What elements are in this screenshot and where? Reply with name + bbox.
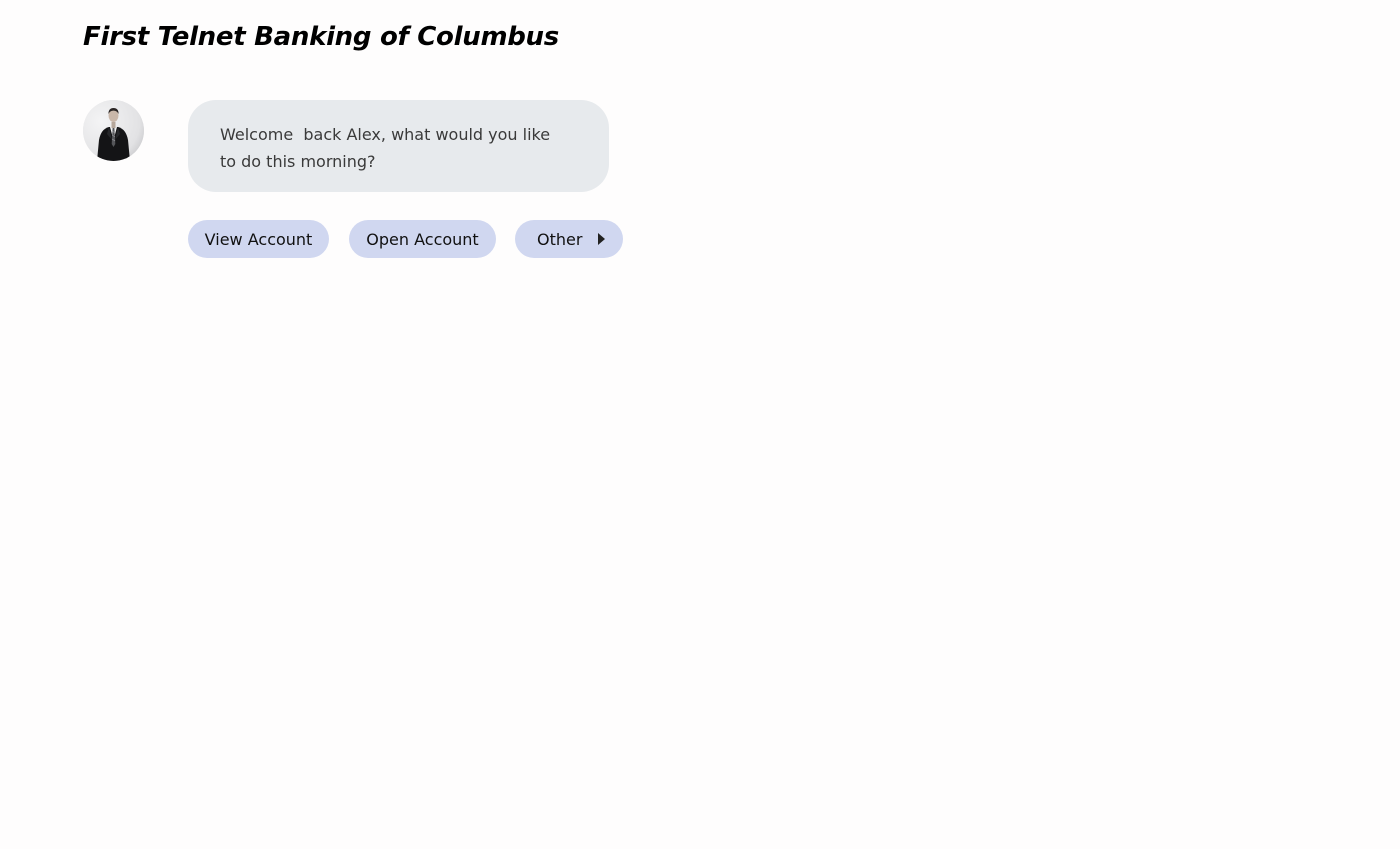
other-button[interactable]: Other — [515, 220, 623, 258]
view-account-button[interactable]: View Account — [188, 220, 329, 258]
caret-right-icon — [598, 233, 606, 245]
page-title: First Telnet Banking of Columbus — [83, 22, 559, 52]
open-account-button[interactable]: Open Account — [349, 220, 496, 258]
open-account-label: Open Account — [366, 229, 479, 249]
chat-page: First Telnet Banking of Columbus Welcome… — [0, 0, 1400, 849]
view-account-label: View Account — [204, 229, 313, 249]
other-label: Other — [537, 229, 583, 249]
chat-message-bubble: Welcome back Alex, what would you like t… — [188, 100, 609, 192]
businessman-avatar-icon — [83, 100, 144, 161]
avatar — [83, 100, 144, 161]
